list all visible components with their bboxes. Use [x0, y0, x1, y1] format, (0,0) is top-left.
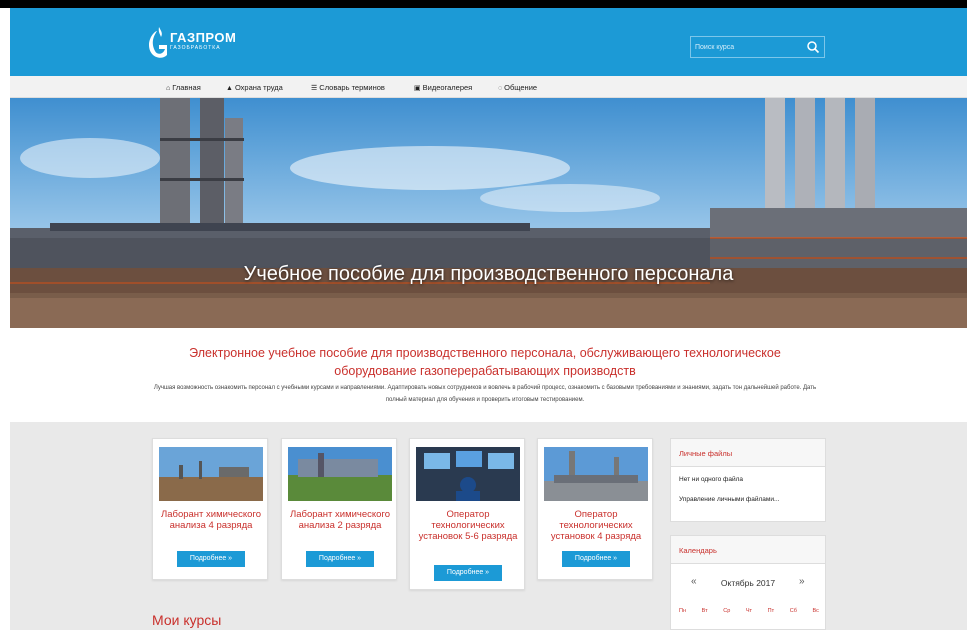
calendar-title: Календарь	[671, 536, 825, 564]
hero-banner: Учебное пособие для производственного пе…	[10, 98, 967, 328]
logo-subtitle: ГАЗОБРАБОТКА	[170, 45, 221, 51]
main-navigation	[10, 76, 967, 98]
details-button[interactable]: Подробнее »	[434, 565, 502, 581]
course-image	[288, 447, 392, 501]
calendar-next-button[interactable]: »	[799, 576, 805, 587]
personal-files-title: Личные файлы	[671, 439, 825, 467]
weekday-label: Ср	[723, 608, 731, 614]
course-title: Оператор технологических установок 4 раз…	[550, 509, 642, 542]
weekday-label: Пт	[767, 608, 775, 614]
course-card[interactable]: Лаборант химического анализа 4 разряда П…	[152, 438, 268, 580]
course-title: Лаборант химического анализа 2 разряда	[289, 509, 390, 531]
hero-title: Учебное пособие для производственного пе…	[243, 263, 734, 285]
course-image	[159, 447, 263, 501]
course-image	[544, 447, 648, 501]
details-button[interactable]: Подробнее »	[306, 551, 374, 567]
personal-files-panel: Личные файлы Нет ни одного файла Управле…	[670, 438, 826, 522]
weekday-label: Вс	[812, 608, 819, 614]
weekday-label: Вт	[701, 608, 708, 614]
details-button[interactable]: Подробнее »	[562, 551, 630, 567]
search-input[interactable]	[695, 40, 800, 54]
list-icon: ☰	[311, 85, 318, 92]
nav-item-safety[interactable]: ▲ Охрана труда	[226, 83, 283, 92]
course-card[interactable]: Оператор технологических установок 4 раз…	[537, 438, 653, 580]
manage-files-link[interactable]: Управление личными файлами...	[671, 493, 825, 507]
details-button[interactable]: Подробнее »	[177, 551, 245, 567]
nav-item-home[interactable]: ⌂ Главная	[166, 83, 201, 92]
search-icon[interactable]	[806, 40, 820, 54]
logo-text: ГАЗПРОМ	[170, 30, 237, 45]
chat-icon: ◌	[498, 85, 503, 92]
intro-text: Лучшая возможность ознакомить персонал с…	[153, 385, 817, 403]
nav-item-video[interactable]: ▣ Видеогалерея	[414, 83, 472, 92]
weekday-label: Сб	[789, 608, 797, 614]
my-courses-heading: Мои курсы	[152, 612, 222, 628]
course-title: Лаборант химического анализа 4 разряда	[160, 509, 261, 531]
nav-item-chat[interactable]: ◌ Общение	[498, 83, 537, 92]
top-black-bar	[0, 0, 967, 8]
course-title: Оператор технологических установок 5-6 р…	[418, 509, 518, 542]
weekday-label: Пн	[679, 608, 686, 614]
plant-illustration	[10, 98, 967, 328]
home-icon: ⌂	[166, 85, 171, 92]
course-card[interactable]: Лаборант химического анализа 2 разряда П…	[281, 438, 397, 580]
calendar-panel: Календарь « Октябрь 2017 » Пн Вт Ср Чт П…	[670, 535, 826, 630]
video-icon: ▣	[414, 85, 421, 92]
graduation-cap-icon: ▲	[226, 85, 233, 92]
course-image	[416, 447, 520, 501]
weekday-label: Чт	[745, 608, 753, 614]
intro-title: Электронное учебное пособие для производ…	[189, 346, 781, 378]
files-empty-text: Нет ни одного файла	[679, 476, 744, 483]
course-card[interactable]: Оператор технологических установок 5-6 р…	[409, 438, 525, 590]
search-box	[690, 36, 825, 58]
nav-item-glossary[interactable]: ☰ Словарь терминов	[311, 83, 385, 92]
calendar-weekdays: Пн Вт Ср Чт Пт Сб Вс	[679, 608, 819, 614]
